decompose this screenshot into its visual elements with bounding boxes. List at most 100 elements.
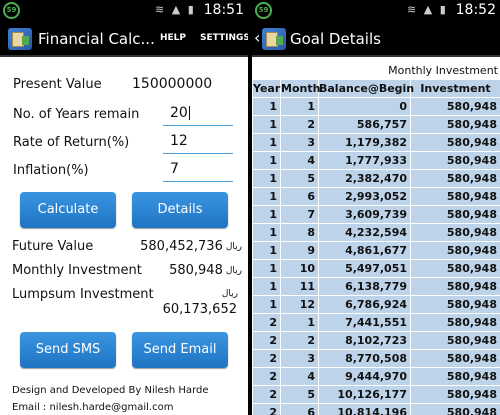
table-subtitle: Monthly Investment [388, 64, 498, 77]
cell-balance: 3,609,739 [318, 205, 411, 224]
table-row: 1 5 2,382,470 580,948 [252, 169, 500, 188]
present-value-label: Present Value [13, 77, 102, 92]
table-row: 1 12 6,786,924 580,948 [252, 295, 500, 314]
cell-month: 2 [280, 115, 319, 134]
cell-investment: 580,948 [410, 385, 500, 404]
send-sms-button[interactable]: Send SMS [20, 332, 116, 368]
back-chevron-icon[interactable]: ‹ [254, 28, 260, 47]
cell-year: 2 [252, 403, 281, 415]
table-row: 2 6 10,814,196 580,948 [252, 403, 500, 415]
goal-details-screen: 59 ≋ ▲ ▮ 18:52 ‹ Goal Details Monthly In… [252, 0, 500, 415]
action-bar: Financial Calc... HELP SETTINGS [0, 22, 248, 57]
developer-credit: Design and Developed By Nilesh Harde [12, 385, 209, 396]
cell-balance: 1,179,382 [318, 133, 411, 152]
cell-balance: 7,441,551 [318, 313, 411, 332]
cell-balance: 586,757 [318, 115, 411, 134]
cell-investment: 580,948 [410, 259, 500, 278]
cell-investment: 580,948 [410, 151, 500, 170]
cell-month: 10 [280, 259, 319, 278]
table-row: 2 2 8,102,723 580,948 [252, 331, 500, 350]
column-header-month: Month [280, 79, 320, 98]
table-row: 2 5 10,126,177 580,948 [252, 385, 500, 404]
details-button[interactable]: Details [132, 192, 228, 228]
screen-title: Goal Details [290, 30, 381, 48]
table-row: 1 8 4,232,594 580,948 [252, 223, 500, 242]
cell-year: 1 [252, 115, 281, 134]
financial-calc-screen: 59 ≋ ▲ ▮ 18:51 Financial Calc... HELP SE… [0, 0, 248, 415]
return-rate-field[interactable]: 12 [163, 130, 233, 154]
table-row: 1 6 2,993,052 580,948 [252, 187, 500, 206]
cell-balance: 10,126,177 [318, 385, 411, 404]
cell-month: 3 [280, 349, 319, 368]
settings-menu[interactable]: SETTINGS [200, 33, 248, 43]
years-field[interactable]: 20 [163, 102, 233, 126]
monthly-investment-amount: 580,948 [169, 263, 223, 278]
future-value-label: Future Value [12, 239, 94, 254]
cell-month: 5 [280, 169, 319, 188]
cell-year: 2 [252, 367, 281, 386]
wifi-icon: ≋ [407, 3, 419, 16]
calculate-button[interactable]: Calculate [20, 192, 116, 228]
app-logo-icon[interactable] [262, 28, 286, 50]
cell-month: 6 [280, 187, 319, 206]
app-title: Financial Calc... [38, 30, 155, 48]
signal-icon: ▲ [423, 3, 435, 16]
cell-year: 2 [252, 349, 281, 368]
currency-label: ریال [225, 265, 242, 276]
cell-year: 1 [252, 187, 281, 206]
cell-month: 6 [280, 403, 319, 415]
text-cursor [188, 106, 190, 120]
cell-month: 2 [280, 331, 319, 350]
cell-investment: 580,948 [410, 115, 500, 134]
developer-email[interactable]: Email : nilesh.harde@gmail.com [12, 402, 173, 413]
currency-label: ریال [225, 241, 242, 252]
table-row: 1 4 1,777,933 580,948 [252, 151, 500, 170]
help-menu[interactable]: HELP [160, 33, 186, 43]
monthly-investment-label: Monthly Investment [12, 263, 142, 278]
status-bar: 59 ≋ ▲ ▮ 18:52 [252, 0, 500, 22]
action-bar[interactable]: ‹ Goal Details [252, 22, 500, 57]
cell-balance: 10,814,196 [318, 403, 411, 415]
cell-investment: 580,948 [410, 205, 500, 224]
cell-balance: 2,382,470 [318, 169, 411, 188]
app-logo-icon[interactable] [8, 28, 32, 50]
table-row: 1 11 6,138,779 580,948 [252, 277, 500, 296]
column-header-balance: Balance@Begin [318, 79, 414, 98]
cell-month: 3 [280, 133, 319, 152]
cell-year: 1 [252, 277, 281, 296]
wifi-icon: ≋ [155, 3, 167, 16]
table-row: 1 2 586,757 580,948 [252, 115, 500, 134]
table-row: 2 4 9,444,970 580,948 [252, 367, 500, 386]
system-icons: ≋ ▲ ▮ [155, 3, 196, 16]
present-value-field[interactable]: 150000000 [125, 73, 235, 97]
cell-balance: 6,138,779 [318, 277, 411, 296]
cell-investment: 580,948 [410, 349, 500, 368]
cell-balance: 1,777,933 [318, 151, 411, 170]
notification-badge: 59 [255, 2, 272, 19]
table-row: 1 9 4,861,677 580,948 [252, 241, 500, 260]
cell-month: 5 [280, 385, 319, 404]
system-icons: ≋ ▲ ▮ [407, 3, 448, 16]
cell-month: 7 [280, 205, 319, 224]
cell-month: 12 [280, 295, 319, 314]
cell-year: 1 [252, 259, 281, 278]
cell-investment: 580,948 [410, 133, 500, 152]
cell-balance: 4,232,594 [318, 223, 411, 242]
cell-balance: 0 [318, 97, 411, 116]
clock: 18:52 [455, 2, 496, 18]
cell-month: 4 [280, 151, 319, 170]
cell-month: 8 [280, 223, 319, 242]
lumpsum-investment-label: Lumpsum Investment [12, 287, 154, 302]
cell-year: 2 [252, 385, 281, 404]
inflation-field[interactable]: 7 [163, 158, 233, 182]
cell-year: 2 [252, 331, 281, 350]
table-row: 1 10 5,497,051 580,948 [252, 259, 500, 278]
table-row: 2 1 7,441,551 580,948 [252, 313, 500, 332]
clock: 18:51 [203, 2, 244, 18]
send-email-button[interactable]: Send Email [132, 332, 228, 368]
cell-month: 1 [280, 313, 319, 332]
cell-month: 4 [280, 367, 319, 386]
table-row: 1 3 1,179,382 580,948 [252, 133, 500, 152]
cell-investment: 580,948 [410, 313, 500, 332]
cell-balance: 4,861,677 [318, 241, 411, 260]
